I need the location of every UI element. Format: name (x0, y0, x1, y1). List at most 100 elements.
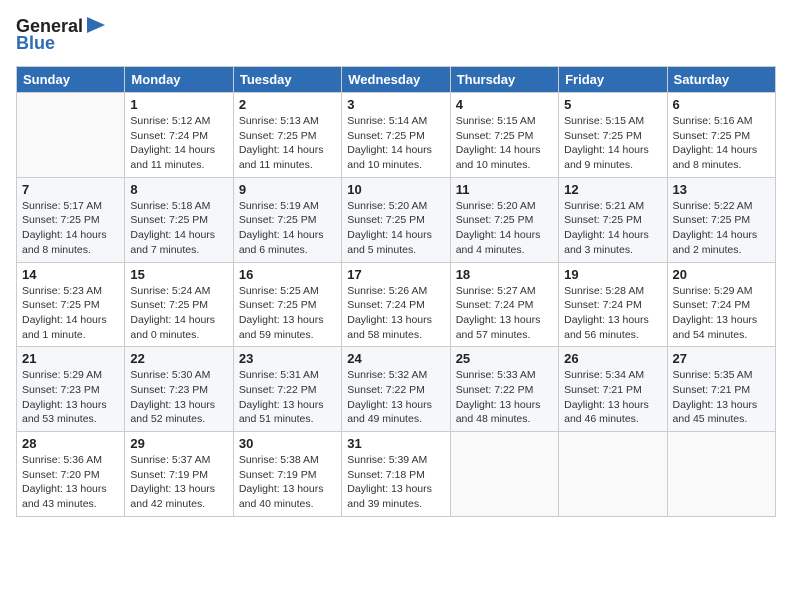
day-number: 24 (347, 351, 444, 366)
calendar-cell: 21 Sunrise: 5:29 AM Sunset: 7:23 PM Dayli… (17, 347, 125, 432)
day-info: Sunrise: 5:27 AM Sunset: 7:24 PM Dayligh… (456, 284, 553, 343)
weekday-header: Saturday (667, 67, 775, 93)
day-number: 16 (239, 267, 336, 282)
day-info: Sunrise: 5:29 AM Sunset: 7:23 PM Dayligh… (22, 368, 119, 427)
calendar-cell: 6 Sunrise: 5:16 AM Sunset: 7:25 PM Daylig… (667, 93, 775, 178)
page-header: General Blue (16, 16, 776, 54)
calendar-cell: 8 Sunrise: 5:18 AM Sunset: 7:25 PM Daylig… (125, 177, 233, 262)
calendar-cell (450, 432, 558, 517)
calendar-cell: 4 Sunrise: 5:15 AM Sunset: 7:25 PM Daylig… (450, 93, 558, 178)
calendar-cell (667, 432, 775, 517)
day-info: Sunrise: 5:15 AM Sunset: 7:25 PM Dayligh… (456, 114, 553, 173)
logo-arrow-icon (85, 15, 107, 35)
day-info: Sunrise: 5:18 AM Sunset: 7:25 PM Dayligh… (130, 199, 227, 258)
day-info: Sunrise: 5:12 AM Sunset: 7:24 PM Dayligh… (130, 114, 227, 173)
day-number: 23 (239, 351, 336, 366)
calendar-cell: 26 Sunrise: 5:34 AM Sunset: 7:21 PM Dayli… (559, 347, 667, 432)
weekday-header: Thursday (450, 67, 558, 93)
day-info: Sunrise: 5:25 AM Sunset: 7:25 PM Dayligh… (239, 284, 336, 343)
day-number: 15 (130, 267, 227, 282)
calendar-cell: 19 Sunrise: 5:28 AM Sunset: 7:24 PM Dayli… (559, 262, 667, 347)
calendar-cell: 7 Sunrise: 5:17 AM Sunset: 7:25 PM Daylig… (17, 177, 125, 262)
day-info: Sunrise: 5:14 AM Sunset: 7:25 PM Dayligh… (347, 114, 444, 173)
day-number: 5 (564, 97, 661, 112)
day-number: 19 (564, 267, 661, 282)
calendar-cell: 13 Sunrise: 5:22 AM Sunset: 7:25 PM Dayli… (667, 177, 775, 262)
day-number: 3 (347, 97, 444, 112)
day-info: Sunrise: 5:28 AM Sunset: 7:24 PM Dayligh… (564, 284, 661, 343)
calendar-cell: 23 Sunrise: 5:31 AM Sunset: 7:22 PM Dayli… (233, 347, 341, 432)
day-number: 4 (456, 97, 553, 112)
day-info: Sunrise: 5:21 AM Sunset: 7:25 PM Dayligh… (564, 199, 661, 258)
calendar-cell: 14 Sunrise: 5:23 AM Sunset: 7:25 PM Dayli… (17, 262, 125, 347)
day-number: 14 (22, 267, 119, 282)
calendar-week-row: 21 Sunrise: 5:29 AM Sunset: 7:23 PM Dayli… (17, 347, 776, 432)
day-number: 10 (347, 182, 444, 197)
day-info: Sunrise: 5:36 AM Sunset: 7:20 PM Dayligh… (22, 453, 119, 512)
day-number: 7 (22, 182, 119, 197)
day-info: Sunrise: 5:37 AM Sunset: 7:19 PM Dayligh… (130, 453, 227, 512)
weekday-header: Friday (559, 67, 667, 93)
calendar-cell: 5 Sunrise: 5:15 AM Sunset: 7:25 PM Daylig… (559, 93, 667, 178)
day-info: Sunrise: 5:39 AM Sunset: 7:18 PM Dayligh… (347, 453, 444, 512)
calendar-cell: 12 Sunrise: 5:21 AM Sunset: 7:25 PM Dayli… (559, 177, 667, 262)
day-number: 25 (456, 351, 553, 366)
calendar-cell: 11 Sunrise: 5:20 AM Sunset: 7:25 PM Dayli… (450, 177, 558, 262)
day-number: 26 (564, 351, 661, 366)
day-info: Sunrise: 5:35 AM Sunset: 7:21 PM Dayligh… (673, 368, 770, 427)
day-number: 1 (130, 97, 227, 112)
weekday-header: Monday (125, 67, 233, 93)
calendar-cell: 24 Sunrise: 5:32 AM Sunset: 7:22 PM Dayli… (342, 347, 450, 432)
day-info: Sunrise: 5:20 AM Sunset: 7:25 PM Dayligh… (456, 199, 553, 258)
day-number: 11 (456, 182, 553, 197)
day-number: 13 (673, 182, 770, 197)
day-info: Sunrise: 5:34 AM Sunset: 7:21 PM Dayligh… (564, 368, 661, 427)
day-info: Sunrise: 5:15 AM Sunset: 7:25 PM Dayligh… (564, 114, 661, 173)
weekday-header: Tuesday (233, 67, 341, 93)
day-number: 21 (22, 351, 119, 366)
day-info: Sunrise: 5:19 AM Sunset: 7:25 PM Dayligh… (239, 199, 336, 258)
day-number: 28 (22, 436, 119, 451)
calendar-cell: 20Sunrise: 5:29 AM Sunset: 7:24 PM Dayli… (667, 262, 775, 347)
calendar-cell: 1 Sunrise: 5:12 AM Sunset: 7:24 PM Daylig… (125, 93, 233, 178)
calendar-cell: 29Sunrise: 5:37 AM Sunset: 7:19 PM Dayli… (125, 432, 233, 517)
day-info: Sunrise: 5:16 AM Sunset: 7:25 PM Dayligh… (673, 114, 770, 173)
day-number: 8 (130, 182, 227, 197)
day-info: Sunrise: 5:29 AM Sunset: 7:24 PM Dayligh… (673, 284, 770, 343)
calendar-cell: 16 Sunrise: 5:25 AM Sunset: 7:25 PM Dayli… (233, 262, 341, 347)
calendar-cell: 31 Sunrise: 5:39 AM Sunset: 7:18 PM Dayli… (342, 432, 450, 517)
day-info: Sunrise: 5:32 AM Sunset: 7:22 PM Dayligh… (347, 368, 444, 427)
calendar-cell: 25Sunrise: 5:33 AM Sunset: 7:22 PM Dayli… (450, 347, 558, 432)
weekday-header: Sunday (17, 67, 125, 93)
day-info: Sunrise: 5:23 AM Sunset: 7:25 PM Dayligh… (22, 284, 119, 343)
day-info: Sunrise: 5:20 AM Sunset: 7:25 PM Dayligh… (347, 199, 444, 258)
logo-text-blue: Blue (16, 33, 55, 54)
day-info: Sunrise: 5:22 AM Sunset: 7:25 PM Dayligh… (673, 199, 770, 258)
calendar-cell: 30Sunrise: 5:38 AM Sunset: 7:19 PM Dayli… (233, 432, 341, 517)
day-number: 6 (673, 97, 770, 112)
day-number: 17 (347, 267, 444, 282)
calendar-table: SundayMondayTuesdayWednesdayThursdayFrid… (16, 66, 776, 517)
day-number: 9 (239, 182, 336, 197)
calendar-cell: 17Sunrise: 5:26 AM Sunset: 7:24 PM Dayli… (342, 262, 450, 347)
calendar-week-row: 28 Sunrise: 5:36 AM Sunset: 7:20 PM Dayli… (17, 432, 776, 517)
calendar-cell: 22Sunrise: 5:30 AM Sunset: 7:23 PM Dayli… (125, 347, 233, 432)
day-info: Sunrise: 5:30 AM Sunset: 7:23 PM Dayligh… (130, 368, 227, 427)
day-number: 30 (239, 436, 336, 451)
day-info: Sunrise: 5:31 AM Sunset: 7:22 PM Dayligh… (239, 368, 336, 427)
weekday-header: Wednesday (342, 67, 450, 93)
calendar-cell: 15 Sunrise: 5:24 AM Sunset: 7:25 PM Dayli… (125, 262, 233, 347)
calendar-cell: 18 Sunrise: 5:27 AM Sunset: 7:24 PM Dayli… (450, 262, 558, 347)
calendar-cell (17, 93, 125, 178)
logo: General Blue (16, 16, 107, 54)
day-info: Sunrise: 5:17 AM Sunset: 7:25 PM Dayligh… (22, 199, 119, 258)
calendar-cell: 10 Sunrise: 5:20 AM Sunset: 7:25 PM Dayli… (342, 177, 450, 262)
calendar-week-row: 7 Sunrise: 5:17 AM Sunset: 7:25 PM Daylig… (17, 177, 776, 262)
calendar-cell: 3 Sunrise: 5:14 AM Sunset: 7:25 PM Daylig… (342, 93, 450, 178)
day-info: Sunrise: 5:13 AM Sunset: 7:25 PM Dayligh… (239, 114, 336, 173)
calendar-cell (559, 432, 667, 517)
day-number: 12 (564, 182, 661, 197)
day-number: 18 (456, 267, 553, 282)
day-info: Sunrise: 5:24 AM Sunset: 7:25 PM Dayligh… (130, 284, 227, 343)
day-number: 31 (347, 436, 444, 451)
